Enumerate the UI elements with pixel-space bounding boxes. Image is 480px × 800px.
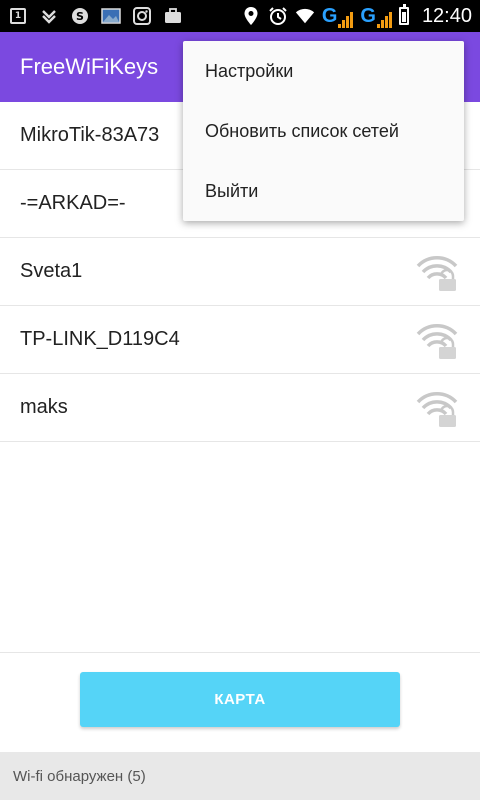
gallery-icon [101,7,121,25]
sim-icon: 1 [8,7,28,25]
wifi-network-name: TP-LINK_D119C4 [20,328,180,350]
menu-item-exit[interactable]: Выйти [183,161,464,221]
signal-icon: G [322,5,354,28]
wifi-icon [295,7,315,25]
wifi-lock-icon [416,255,458,291]
location-icon [241,7,261,25]
network-type-label: G [321,4,338,27]
wifi-network-name: maks [20,396,68,418]
instagram-icon [132,7,152,25]
network-type-label: G [360,4,376,27]
download-icon [39,7,59,25]
wifi-network-row[interactable]: maks [0,374,480,442]
status-time: 12:40 [421,4,472,27]
footer-status-bar: Wi-fi обнаружен (5) [0,752,480,800]
briefcase-icon [163,7,183,25]
menu-item-refresh-networks[interactable]: Обновить список сетей [183,101,464,161]
divider [0,652,480,653]
wifi-network-name: Sveta1 [20,260,83,282]
map-button[interactable]: КАРТА [80,672,400,727]
battery-icon [398,4,409,25]
wifi-lock-icon [416,391,458,427]
signal-icon: G [360,5,392,28]
overflow-menu: Настройки Обновить список сетей Выйти [183,41,464,221]
alarm-icon [268,7,288,25]
status-bar: 1 S G G 12:40 [0,0,480,32]
svg-text:S: S [76,10,84,23]
menu-item-settings[interactable]: Настройки [183,41,464,101]
wifi-network-row[interactable]: Sveta1 [0,238,480,306]
wifi-network-row[interactable]: TP-LINK_D119C4 [0,306,480,374]
wifi-found-status: Wi-fi обнаружен (5) [13,767,146,785]
notification-count: 1 [10,8,26,24]
wifi-lock-icon [416,323,458,359]
app-title: FreeWiFiKeys [20,54,159,79]
skype-icon: S [70,7,90,25]
